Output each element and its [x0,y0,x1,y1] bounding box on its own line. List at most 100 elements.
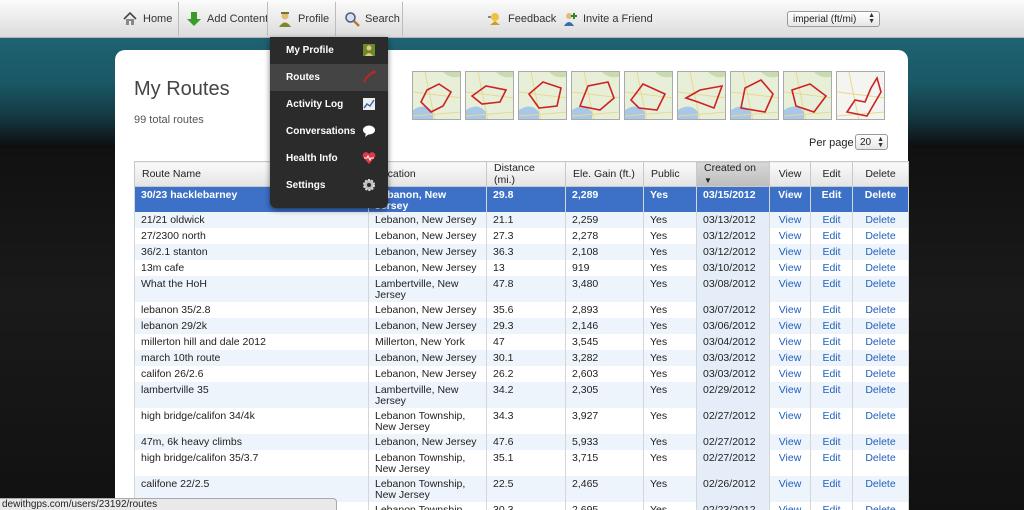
delete-link[interactable]: Delete [865,478,895,490]
edit-link[interactable]: Edit [822,384,840,396]
delete-link[interactable]: Delete [865,189,897,201]
route-thumbnail[interactable] [624,71,673,120]
delete-link[interactable]: Delete [865,304,895,316]
delete-link[interactable]: Delete [865,262,895,274]
nav-search[interactable]: Search [344,0,400,38]
delete-link[interactable]: Delete [865,452,895,464]
table-row[interactable]: califon 26/2.6 Lebanon, New Jersey 26.2 2,6… [134,366,909,382]
column-header-distance[interactable]: Distance (mi.) [486,161,566,187]
add-user-icon [562,11,578,27]
nav-invite-friend[interactable]: Invite a Friend [562,0,653,38]
nav-feedback[interactable]: Feedback [487,0,556,38]
table-row[interactable]: 30/23 hacklebarney Lebanon, New Jersey 29.… [134,186,909,212]
view-link[interactable]: View [779,478,802,490]
edit-link[interactable]: Edit [822,304,840,316]
delete-link[interactable]: Delete [865,214,895,226]
view-link[interactable]: View [779,262,802,274]
table-row[interactable]: high bridge/califon 34/4k Lebanon Townshi… [134,408,909,434]
edit-link[interactable]: Edit [822,504,840,510]
edit-link[interactable]: Edit [822,368,840,380]
view-link[interactable]: View [779,410,802,422]
table-row[interactable]: 36/2.1 stanton Lebanon, New Jersey 36.3 2,1… [134,244,909,260]
table-row[interactable]: What the HoH Lambertville, New Jersey 47.8… [134,276,909,302]
view-link[interactable]: View [779,278,802,290]
edit-link[interactable]: Edit [822,320,840,332]
edit-link[interactable]: Edit [822,262,840,274]
edit-link[interactable]: Edit [822,230,840,242]
menu-item-my-profile[interactable]: My Profile [270,37,388,64]
table-row[interactable]: 27/2300 north Lebanon, New Jersey 27.3 2,27… [134,228,909,244]
elevation-gain-cell: 2,695 [565,502,644,510]
nav-profile[interactable]: Profile [277,0,329,38]
view-link[interactable]: View [778,189,802,201]
edit-link[interactable]: Edit [822,278,840,290]
table-row[interactable]: lambertville 35 Lambertville, New Jersey 3… [134,382,909,408]
delete-link[interactable]: Delete [865,436,895,448]
route-thumbnail[interactable] [571,71,620,120]
column-header-created-on[interactable]: Created on ▼ [696,161,770,187]
column-header-public[interactable]: Public [643,161,697,187]
menu-item-routes[interactable]: Routes [270,64,388,91]
route-thumbnail[interactable] [465,71,514,120]
view-link[interactable]: View [779,246,802,258]
menu-item-settings[interactable]: Settings [270,172,388,199]
edit-link[interactable]: Edit [822,246,840,258]
edit-link[interactable]: Edit [822,410,840,422]
view-link[interactable]: View [779,320,802,332]
delete-link[interactable]: Delete [865,336,895,348]
view-link[interactable]: View [779,304,802,316]
table-row[interactable]: 21/21 oldwick Lebanon, New Jersey 21.1 2,25… [134,212,909,228]
unit-select[interactable]: imperial (ft/mi) ▲ ▼ [787,11,880,27]
table-row[interactable]: lebanon 35/2.8 Lebanon, New Jersey 35.6 2,8… [134,302,909,318]
table-row[interactable]: 47m, 6k heavy climbs Lebanon, New Jersey 4… [134,434,909,450]
route-thumbnail[interactable] [836,71,885,120]
delete-link[interactable]: Delete [865,410,895,422]
table-row[interactable]: 13m cafe Lebanon, New Jersey 13 919 Yes 03/10… [134,260,909,276]
public-cell: Yes [643,228,697,244]
delete-link[interactable]: Delete [865,504,895,510]
delete-link[interactable]: Delete [865,246,895,258]
per-page-select[interactable]: 20 ▲ ▼ [855,134,888,150]
column-header-elevation-gain[interactable]: Ele. Gain (ft.) [565,161,644,187]
view-link[interactable]: View [779,368,802,380]
menu-item-activity-log[interactable]: Activity Log [270,91,388,118]
view-link[interactable]: View [779,230,802,242]
table-row[interactable]: millerton hill and dale 2012 Millerton, N… [134,334,909,350]
route-thumbnail[interactable] [783,71,832,120]
delete-link[interactable]: Delete [865,278,895,290]
view-link[interactable]: View [779,504,802,510]
view-link[interactable]: View [779,352,802,364]
view-link[interactable]: View [779,436,802,448]
table-row[interactable]: lebanon 29/2k Lebanon, New Jersey 29.3 2,14… [134,318,909,334]
view-link[interactable]: View [779,384,802,396]
route-icon [362,70,376,84]
delete-link[interactable]: Delete [865,352,895,364]
route-thumbnail[interactable] [518,71,567,120]
route-thumbnail[interactable] [730,71,779,120]
edit-link[interactable]: Edit [822,214,840,226]
view-link[interactable]: View [779,336,802,348]
view-link[interactable]: View [779,214,802,226]
delete-link[interactable]: Delete [865,230,895,242]
edit-link[interactable]: Edit [822,336,840,348]
delete-link[interactable]: Delete [865,320,895,332]
created-on-cell: 03/12/2012 [696,244,770,260]
route-thumbnail[interactable] [677,71,726,120]
table-row[interactable]: high bridge/califon 35/3.7 Lebanon Townsh… [134,450,909,476]
menu-item-conversations[interactable]: Conversations [270,118,388,145]
delete-link[interactable]: Delete [865,368,895,380]
delete-link[interactable]: Delete [865,384,895,396]
edit-link[interactable]: Edit [822,478,840,490]
menu-item-health-info[interactable]: Health Info [270,145,388,172]
edit-link[interactable]: Edit [822,452,840,464]
nav-home[interactable]: Home [122,0,172,38]
route-thumbnail[interactable] [412,71,461,120]
edit-link[interactable]: Edit [822,436,840,448]
delete-link-cell: Delete [852,334,909,350]
view-link[interactable]: View [779,452,802,464]
edit-link-cell: Edit [810,244,853,260]
edit-link[interactable]: Edit [822,352,840,364]
edit-link[interactable]: Edit [822,189,842,201]
nav-add-content[interactable]: Add Content [186,0,268,38]
table-row[interactable]: march 10th route Lebanon, New Jersey 30.1 3… [134,350,909,366]
